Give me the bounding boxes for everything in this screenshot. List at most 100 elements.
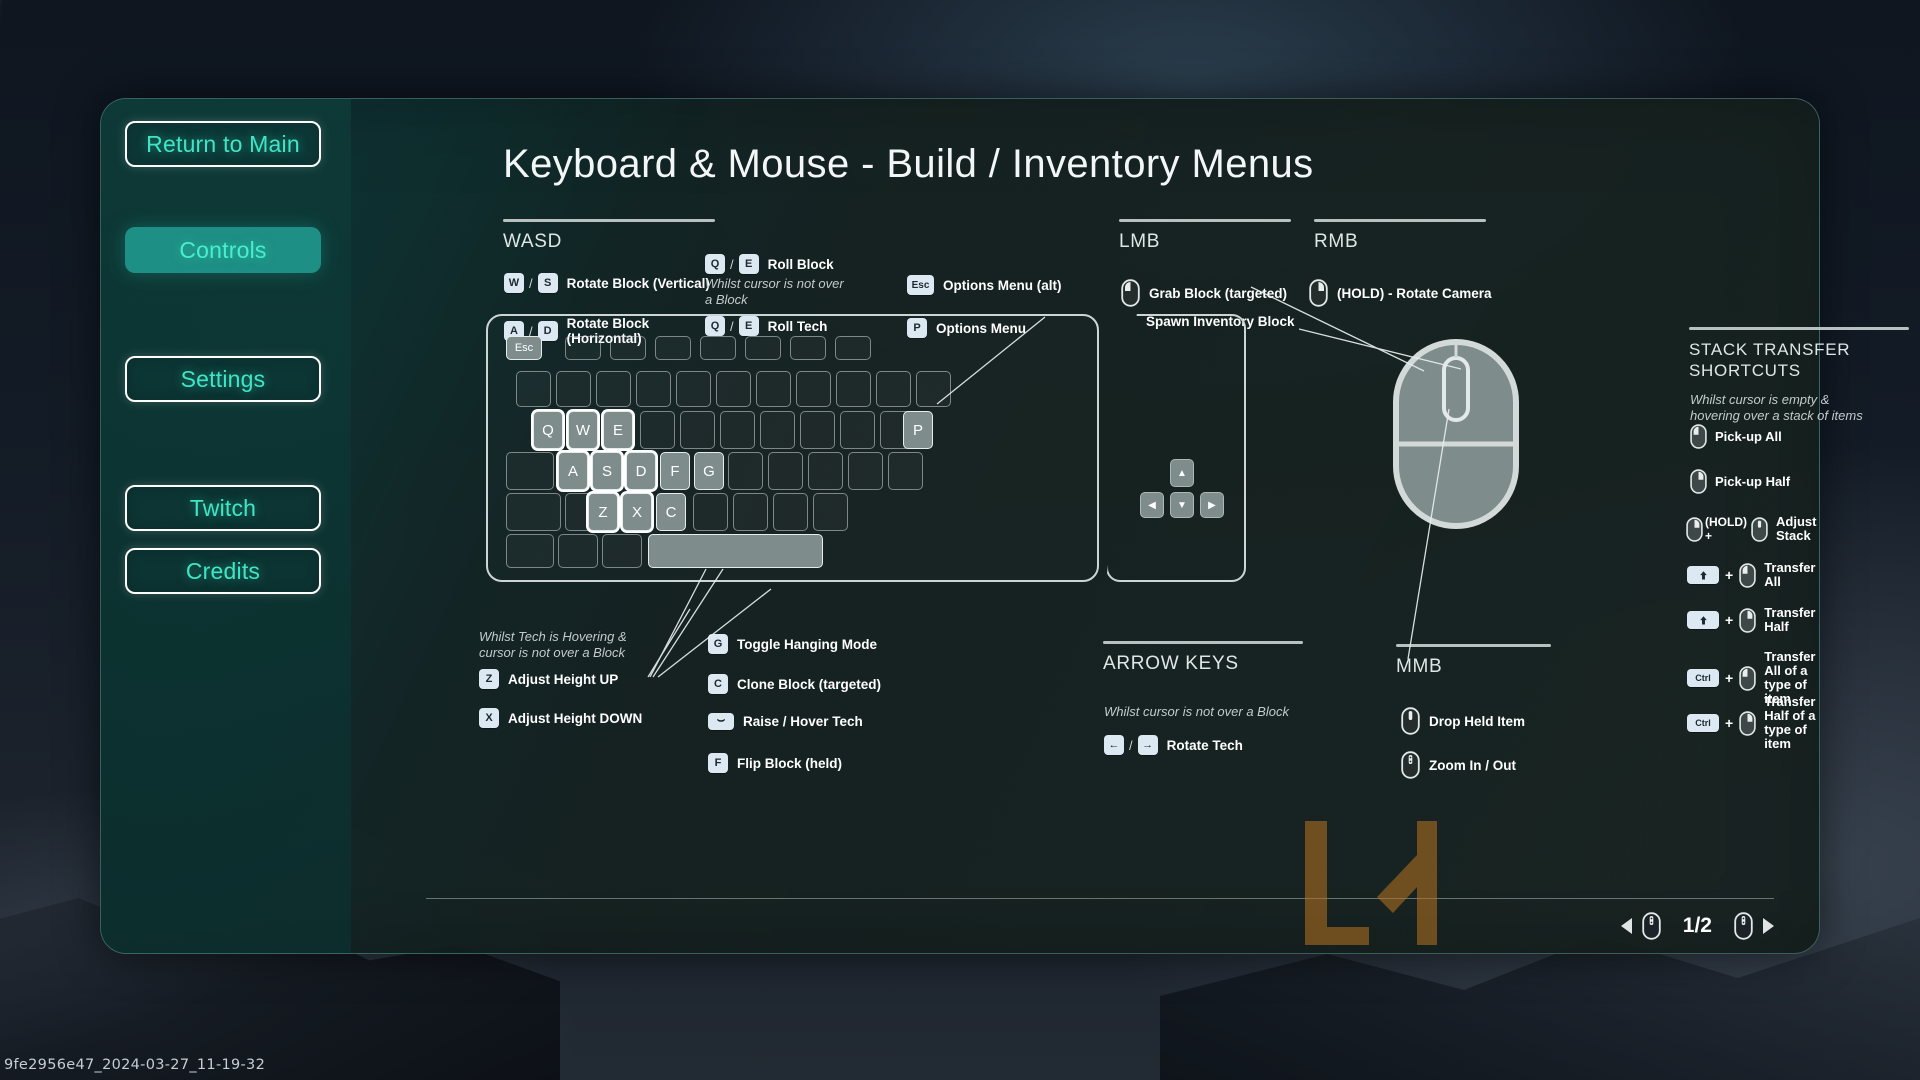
kbd-key-e[interactable]: E bbox=[603, 411, 633, 449]
section-lmb: LMB bbox=[1119, 219, 1291, 253]
binding-rotate-tech: ← / → Rotate Tech bbox=[1104, 735, 1243, 755]
section-label: LMB bbox=[1119, 231, 1161, 252]
sidebar-item-label: Credits bbox=[185, 557, 261, 584]
kbd-key-blank bbox=[796, 371, 831, 407]
kbd-key-space[interactable] bbox=[648, 534, 823, 568]
sidebar-item-return-to-main[interactable]: Return to Main bbox=[125, 121, 321, 167]
binding-label: Grab Block (targeted) bbox=[1149, 285, 1288, 301]
kbd-key-g[interactable]: G bbox=[694, 452, 724, 490]
key-x: X bbox=[479, 708, 499, 728]
tech-hover-note: Whilst Tech is Hovering & cursor is not … bbox=[479, 629, 627, 660]
key-arrow-right: → bbox=[1137, 735, 1158, 755]
binding-adjust-stack: (HOLD) + Adjust Stack bbox=[1686, 515, 1819, 543]
kbd-key-blank bbox=[716, 371, 751, 407]
key-separator: / bbox=[1129, 737, 1133, 753]
binding-label: Rotate Block (Vertical) bbox=[566, 275, 710, 291]
binding-label: Toggle Hanging Mode bbox=[737, 636, 877, 652]
kbd-key-p[interactable]: P bbox=[903, 411, 933, 449]
binding-pick-up-half: Pick-up Half bbox=[1690, 469, 1790, 494]
binding-label: Adjust Height DOWN bbox=[508, 710, 643, 726]
page-indicator: 1/2 bbox=[1682, 914, 1712, 937]
kbd-key-d[interactable]: D bbox=[626, 452, 656, 490]
mouse-diagram bbox=[1386, 334, 1526, 539]
kbd-key-blank bbox=[516, 371, 551, 407]
kbd-key-a[interactable]: A bbox=[558, 452, 588, 490]
game-logo-watermark bbox=[1297, 817, 1447, 947]
kbd-key-blank bbox=[596, 371, 631, 407]
key-shift bbox=[1687, 566, 1719, 584]
sidebar-item-credits[interactable]: Credits bbox=[125, 548, 321, 594]
kbd-key-blank bbox=[773, 493, 808, 531]
kbd-key-blank bbox=[610, 336, 646, 360]
kbd-key-blank bbox=[760, 411, 795, 449]
kbd-key-blank bbox=[876, 371, 911, 407]
binding-rotate-camera: (HOLD) - Rotate Camera bbox=[1309, 279, 1492, 307]
section-rule bbox=[1103, 641, 1303, 644]
kbd-arrow-right[interactable]: ▶ bbox=[1200, 492, 1224, 518]
kbd-key-x[interactable]: X bbox=[622, 493, 652, 531]
section-rule bbox=[1689, 327, 1909, 330]
kbd-arrow-up[interactable]: ▲ bbox=[1170, 459, 1194, 487]
sidebar-item-settings[interactable]: Settings bbox=[125, 356, 321, 402]
kbd-key-blank bbox=[916, 371, 951, 407]
kbd-arrow-down[interactable]: ▼ bbox=[1170, 492, 1194, 518]
side-panel-shape bbox=[1106, 314, 1246, 582]
key-ctrl: Ctrl bbox=[1687, 714, 1719, 732]
mouse-middle-icon bbox=[1401, 707, 1420, 735]
kbd-key-s[interactable]: S bbox=[592, 452, 622, 490]
section-label: ARROW KEYS bbox=[1103, 653, 1239, 674]
kbd-key-q[interactable]: Q bbox=[533, 411, 563, 449]
kbd-key-c[interactable]: C bbox=[656, 493, 686, 531]
key-separator: / bbox=[529, 275, 533, 291]
triangle-right-icon[interactable] bbox=[1763, 918, 1774, 934]
binding-label: Adjust Height UP bbox=[508, 671, 619, 687]
key-q: Q bbox=[705, 254, 725, 274]
kbd-key-blank bbox=[790, 336, 826, 360]
kbd-arrow-left[interactable]: ◀ bbox=[1140, 492, 1164, 518]
section-rule bbox=[1396, 644, 1551, 647]
kbd-key-blank bbox=[602, 534, 642, 568]
mouse-scroll-icon bbox=[1751, 516, 1768, 542]
mouse-right-icon bbox=[1686, 516, 1703, 542]
screenshot-filename-overlay: 9fe2956e47_2024-03-27_11-19-32 bbox=[4, 1057, 266, 1073]
sidebar-item-twitch[interactable]: Twitch bbox=[125, 485, 321, 531]
binding-label: Roll Block bbox=[767, 256, 834, 272]
kbd-key-z[interactable]: Z bbox=[588, 493, 618, 531]
kbd-key-w[interactable]: W bbox=[568, 411, 598, 449]
mouse-scroll-icon bbox=[1401, 751, 1420, 779]
binding-options-menu-alt: Esc Options Menu (alt) bbox=[907, 275, 1062, 295]
kbd-key-blank bbox=[848, 452, 883, 490]
key-s: S bbox=[537, 273, 558, 293]
mouse-scroll-left-icon[interactable] bbox=[1642, 912, 1661, 940]
roll-note: Whilst cursor is not over a Block bbox=[705, 276, 844, 307]
key-arrow-left: ← bbox=[1104, 735, 1124, 755]
binding-label: Raise / Hover Tech bbox=[743, 714, 863, 729]
binding-flip-block: F Flip Block (held) bbox=[708, 753, 842, 773]
binding-toggle-hanging-mode: G Toggle Hanging Mode bbox=[708, 634, 877, 654]
key-shift bbox=[1687, 611, 1719, 629]
kbd-key-blank bbox=[728, 452, 763, 490]
binding-label: Flip Block (held) bbox=[737, 755, 843, 771]
kbd-key-f[interactable]: F bbox=[660, 452, 690, 490]
kbd-key-blank bbox=[565, 336, 601, 360]
binding-clone-block: C Clone Block (targeted) bbox=[708, 674, 881, 694]
binding-adjust-height-down: X Adjust Height DOWN bbox=[479, 708, 642, 728]
kbd-key-esc[interactable]: Esc bbox=[506, 336, 542, 360]
sidebar-item-controls[interactable]: Controls bbox=[125, 227, 321, 273]
key-ctrl: Ctrl bbox=[1687, 669, 1719, 687]
binding-label: (HOLD) - Rotate Camera bbox=[1337, 285, 1492, 301]
binding-label: Rotate Tech bbox=[1166, 737, 1243, 753]
sidebar-item-label: Twitch bbox=[189, 494, 257, 521]
binding-label: Transfer All bbox=[1764, 560, 1816, 589]
binding-label: Transfer Half bbox=[1764, 605, 1816, 634]
kbd-key-blank bbox=[720, 411, 755, 449]
kbd-key-blank bbox=[733, 493, 768, 531]
triangle-left-icon[interactable] bbox=[1620, 918, 1632, 934]
kbd-key-blank bbox=[756, 371, 791, 407]
binding-pick-up-all: Pick-up All bbox=[1690, 424, 1782, 449]
binding-label: Adjust Stack bbox=[1776, 514, 1817, 543]
key-space: ⌣ bbox=[708, 712, 734, 730]
keyboard-side-panel: ▲ ◀ ▼ ▶ bbox=[1106, 314, 1246, 582]
kbd-key-blank bbox=[506, 493, 561, 531]
mouse-scroll-right-icon[interactable] bbox=[1734, 912, 1753, 940]
